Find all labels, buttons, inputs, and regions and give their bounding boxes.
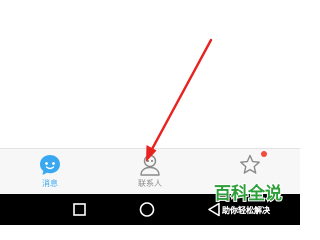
content-area: [0, 0, 300, 148]
tab-messages[interactable]: 消息: [0, 149, 100, 194]
tab-contacts[interactable]: 联系人: [100, 149, 200, 194]
contact-person-icon: [140, 154, 160, 176]
chat-bubble-icon: [40, 155, 60, 175]
circle-icon: [139, 202, 155, 217]
watermark-subtitle: 助你轻松解决: [222, 206, 271, 216]
watermark-title: 百科全说: [213, 183, 283, 205]
tab-messages-label: 消息: [42, 179, 58, 188]
watermark-logo: 百科全说 助你轻松解决: [208, 183, 300, 225]
tab-contacts-label: 联系人: [138, 179, 162, 188]
star-icon: [240, 154, 260, 174]
overview-button[interactable]: [59, 194, 99, 225]
square-icon: [73, 203, 86, 216]
home-button[interactable]: [127, 194, 167, 225]
notification-badge-dot: [261, 151, 267, 157]
phone-screen: 消息 联系人 百科全说 助你轻松解决: [0, 0, 300, 225]
